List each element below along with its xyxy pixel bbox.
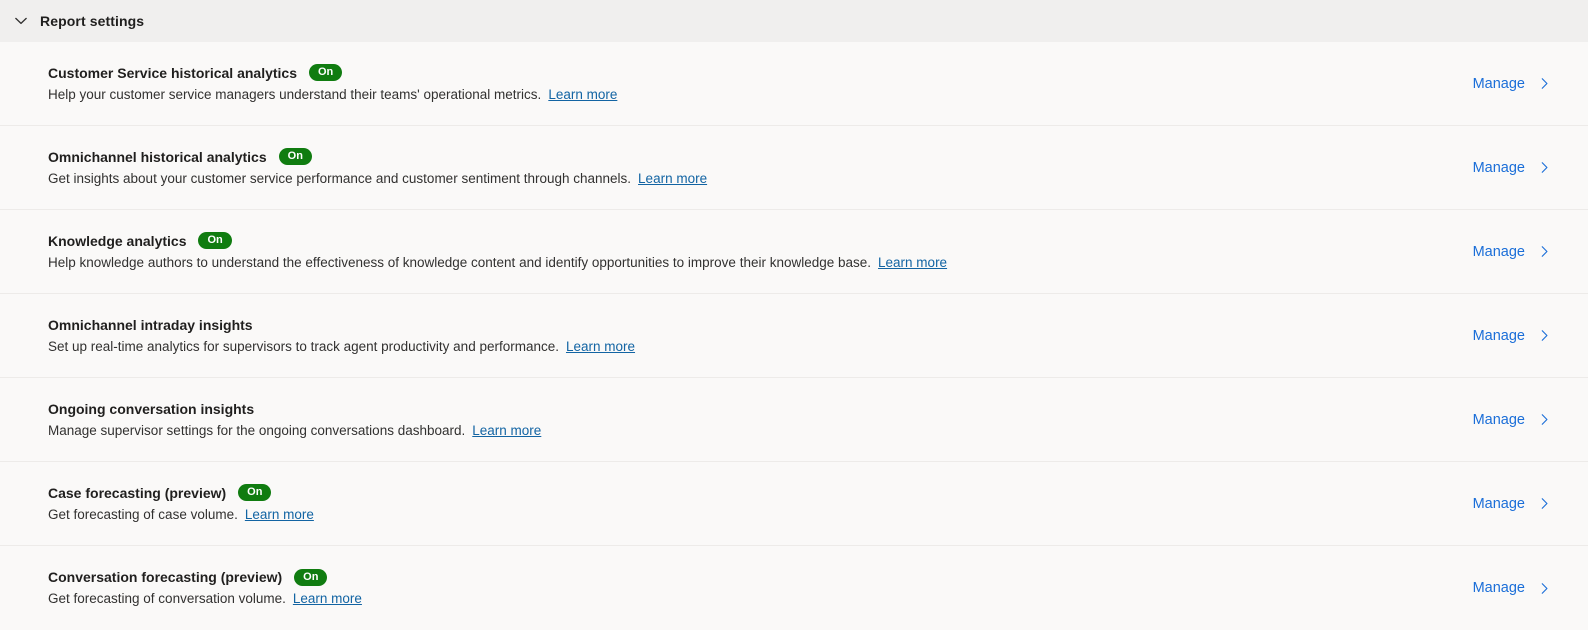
setting-row-text: Omnichannel intraday insights Set up rea… <box>48 316 635 356</box>
setting-title: Omnichannel intraday insights <box>48 316 253 333</box>
manage-label: Manage <box>1472 495 1525 512</box>
settings-list: Customer Service historical analytics On… <box>0 42 1588 630</box>
chevron-right-icon <box>1537 496 1552 511</box>
setting-description-line: Get forecasting of case volume. Learn mor… <box>48 506 314 524</box>
setting-row[interactable]: Omnichannel intraday insights Set up rea… <box>0 294 1588 378</box>
learn-more-link[interactable]: Learn more <box>472 423 541 438</box>
learn-more-link[interactable]: Learn more <box>638 171 707 186</box>
setting-title: Conversation forecasting (preview) <box>48 569 283 585</box>
setting-title: Knowledge analytics <box>48 232 187 249</box>
manage-label: Manage <box>1472 159 1525 176</box>
learn-more-link[interactable]: Learn more <box>566 339 635 354</box>
setting-row-title-line: Knowledge analytics On <box>48 232 947 250</box>
setting-row-text: Ongoing conversation insights Manage sup… <box>48 400 541 440</box>
setting-row[interactable]: Case forecasting (preview) On Get foreca… <box>0 462 1588 546</box>
manage-label: Manage <box>1472 327 1525 344</box>
chevron-right-icon <box>1537 244 1552 259</box>
setting-description-line: Get insights about your customer service… <box>48 170 707 188</box>
setting-description: Get insights about your customer service… <box>48 170 632 186</box>
manage-link[interactable]: Manage <box>1473 495 1552 513</box>
manage-link[interactable]: Manage <box>1473 579 1552 597</box>
setting-row-title-line: Customer Service historical analytics On <box>48 64 617 82</box>
setting-description-line: Help knowledge authors to understand the… <box>48 254 947 272</box>
status-badge: On <box>309 64 343 81</box>
status-badge: On <box>294 568 328 586</box>
setting-row-title-line: Omnichannel historical analytics On <box>48 148 707 166</box>
setting-description-line: Get forecasting of conversation volume. L… <box>48 590 362 608</box>
setting-row-text: Omnichannel historical analytics On Get … <box>48 148 707 188</box>
manage-link[interactable]: Manage <box>1473 159 1552 177</box>
chevron-down-icon <box>13 13 29 29</box>
setting-description: Get forecasting of conversation volume. <box>48 591 286 606</box>
setting-title: Ongoing conversation insights <box>48 400 255 417</box>
status-badge: On <box>238 484 272 501</box>
setting-row-title-line: Ongoing conversation insights <box>48 400 541 418</box>
setting-description: Manage supervisor settings for the ongoi… <box>48 422 466 438</box>
setting-row[interactable]: Ongoing conversation insights Manage sup… <box>0 378 1588 462</box>
manage-label: Manage <box>1472 411 1525 428</box>
manage-link[interactable]: Manage <box>1473 327 1552 345</box>
status-badge: On <box>278 148 312 165</box>
setting-row-text: Case forecasting (preview) On Get foreca… <box>48 484 314 524</box>
chevron-right-icon <box>1537 160 1552 175</box>
setting-description-line: Help your customer service managers unde… <box>48 86 617 104</box>
setting-row[interactable]: Conversation forecasting (preview) On Ge… <box>0 546 1588 630</box>
status-badge: On <box>198 232 232 249</box>
setting-description-line: Set up real-time analytics for superviso… <box>48 338 635 356</box>
setting-description: Help your customer service managers unde… <box>48 86 542 102</box>
setting-description: Set up real-time analytics for superviso… <box>48 338 559 354</box>
chevron-right-icon <box>1537 412 1552 427</box>
manage-link[interactable]: Manage <box>1473 243 1552 261</box>
setting-title: Omnichannel historical analytics <box>48 148 267 165</box>
report-settings-page: Report settings Customer Service histori… <box>0 0 1588 630</box>
setting-title: Customer Service historical analytics <box>48 64 297 81</box>
manage-link[interactable]: Manage <box>1473 75 1552 93</box>
chevron-right-icon <box>1537 581 1552 596</box>
manage-link[interactable]: Manage <box>1473 411 1552 429</box>
setting-title: Case forecasting (preview) <box>48 484 227 501</box>
manage-label: Manage <box>1472 75 1525 92</box>
chevron-right-icon <box>1537 76 1552 91</box>
manage-label: Manage <box>1472 580 1525 596</box>
setting-row-title-line: Omnichannel intraday insights <box>48 316 635 334</box>
setting-row-text: Knowledge analytics On Help knowledge au… <box>48 232 947 272</box>
learn-more-link[interactable]: Learn more <box>245 507 314 522</box>
manage-label: Manage <box>1472 243 1525 260</box>
setting-row[interactable]: Customer Service historical analytics On… <box>0 42 1588 126</box>
report-settings-header: Report settings <box>0 0 1588 42</box>
setting-row-title-line: Conversation forecasting (preview) On <box>48 568 362 586</box>
learn-more-link[interactable]: Learn more <box>548 87 617 102</box>
setting-row-title-line: Case forecasting (preview) On <box>48 484 314 502</box>
chevron-right-icon <box>1537 328 1552 343</box>
collapse-section-button[interactable] <box>6 6 36 36</box>
setting-description-line: Manage supervisor settings for the ongoi… <box>48 422 541 440</box>
learn-more-link[interactable]: Learn more <box>878 255 947 270</box>
learn-more-link[interactable]: Learn more <box>293 591 362 606</box>
setting-row-text: Customer Service historical analytics On… <box>48 64 617 104</box>
page-title: Report settings <box>40 13 145 29</box>
setting-description: Get forecasting of case volume. <box>48 506 238 522</box>
setting-row-text: Conversation forecasting (preview) On Ge… <box>48 568 362 608</box>
setting-row[interactable]: Omnichannel historical analytics On Get … <box>0 126 1588 210</box>
setting-description: Help knowledge authors to understand the… <box>48 254 872 270</box>
setting-row[interactable]: Knowledge analytics On Help knowledge au… <box>0 210 1588 294</box>
